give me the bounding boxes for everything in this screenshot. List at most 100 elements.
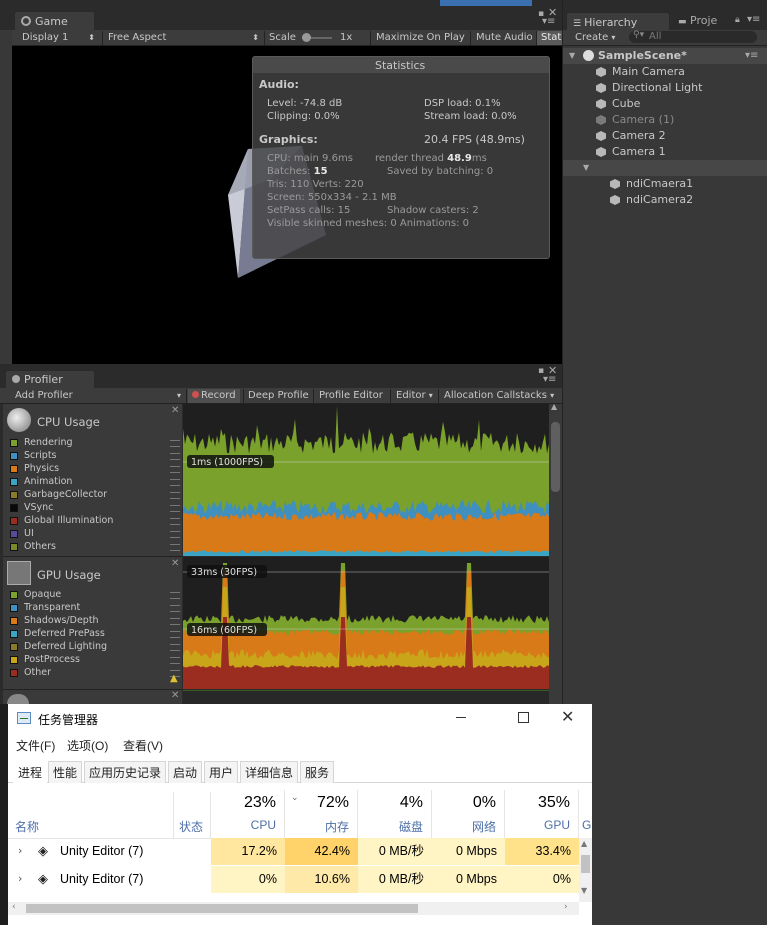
tab-performance[interactable]: 性能 [48, 761, 83, 783]
tab-app-history[interactable]: 应用历史记录 [84, 761, 167, 783]
allocation-callstacks-button[interactable]: Allocation Callstacks ▾ [440, 389, 558, 403]
scroll-down-icon[interactable]: ▼ [581, 886, 587, 895]
col-memory-header[interactable]: ⌄ 72% 内存 [285, 790, 358, 840]
drag-handle-icon[interactable] [170, 618, 180, 625]
tab-processes[interactable]: 进程 [13, 761, 48, 783]
scroll-thumb[interactable] [26, 904, 418, 913]
drag-handle-icon[interactable] [170, 644, 180, 651]
menu-file[interactable]: 文件(F) [16, 737, 55, 754]
hierarchy-item[interactable]: Camera (1) [563, 112, 767, 128]
tab-users[interactable]: 用户 [204, 761, 239, 783]
col-network-header[interactable]: 0% 网络 [432, 790, 505, 840]
scroll-up-icon[interactable]: ▲ [551, 402, 557, 411]
drag-handle-icon[interactable] [170, 531, 180, 538]
menu-options[interactable]: 选项(O) [67, 737, 108, 754]
tab-project[interactable]: ▬ Proje [678, 14, 717, 27]
hierarchy-item[interactable]: Camera 2 [563, 128, 767, 144]
col-disk-header[interactable]: 4% 磁盘 [358, 790, 432, 840]
scroll-thumb[interactable] [551, 422, 560, 492]
profiler-scrollbar[interactable]: ▲ [549, 402, 562, 704]
tab-menu-icon[interactable]: ▾≡ [543, 374, 556, 385]
drag-handle-icon[interactable] [170, 605, 180, 612]
close-icon[interactable]: ✕ [171, 558, 179, 569]
hierarchy-item[interactable]: ndiCmaera1 [563, 176, 767, 192]
scroll-right-icon[interactable]: › [564, 902, 568, 912]
legend-item[interactable]: GarbageCollector [10, 488, 180, 501]
foldout-arrow-icon[interactable]: ▼ [569, 48, 575, 64]
close-button[interactable]: ✕ [561, 707, 574, 726]
scroll-thumb[interactable] [581, 855, 590, 873]
scroll-up-icon[interactable]: ▲ [581, 839, 587, 848]
drag-handle-icon[interactable] [170, 492, 180, 499]
close-icon[interactable]: ✕ [171, 690, 179, 701]
drag-handle-icon[interactable] [170, 657, 180, 664]
tab-profiler[interactable]: Profiler [5, 370, 95, 388]
cpu-usage-chart[interactable]: 1ms (1000FPS) [183, 404, 549, 556]
drag-handle-icon[interactable] [170, 518, 180, 525]
drag-handle-icon[interactable] [170, 453, 180, 460]
maximize-button[interactable] [518, 712, 529, 723]
tab-hierarchy[interactable]: ☰ Hierarchy [566, 12, 670, 31]
aspect-dropdown[interactable]: Free Aspect ⬍ [104, 31, 262, 45]
legend-item[interactable]: Opaque [10, 588, 180, 601]
col-name-header[interactable]: 名称 [15, 818, 39, 835]
hierarchy-item[interactable]: ndiCamera2 [563, 192, 767, 208]
tm-vertical-scrollbar[interactable]: ▲ ▼ [579, 838, 592, 902]
tab-menu-icon[interactable]: ▾≡ [542, 16, 555, 27]
scroll-left-icon[interactable]: ‹ [12, 902, 16, 912]
mute-audio-button[interactable]: Mute Audio [472, 31, 537, 45]
scene-menu-icon[interactable]: ▾≡ [745, 48, 758, 64]
legend-item[interactable]: UI [10, 527, 180, 540]
col-gpu-header[interactable]: 35% GPU [505, 790, 579, 840]
minimize-button[interactable] [456, 717, 466, 718]
hierarchy-item[interactable]: Directional Light [563, 80, 767, 96]
foldout-arrow-icon[interactable]: ▼ [583, 163, 589, 172]
tab-services[interactable]: 服务 [300, 761, 335, 783]
legend-item[interactable]: Deferred Lighting [10, 640, 180, 653]
legend-item[interactable]: Other [10, 666, 180, 679]
lock-icon[interactable]: 🔒︎ [735, 15, 740, 25]
expand-chevron-icon[interactable]: › [18, 844, 22, 857]
maximize-on-play-button[interactable]: Maximize On Play [372, 31, 469, 45]
gpu-usage-chart[interactable]: 33ms (30FPS) 16ms (60FPS) [183, 557, 549, 689]
legend-item[interactable]: Deferred PrePass [10, 627, 180, 640]
tab-game[interactable]: Game [14, 11, 95, 30]
close-icon[interactable]: ✕ [171, 405, 179, 416]
tab-menu-icon[interactable]: ▾≡ [747, 14, 760, 25]
legend-item[interactable]: Transparent [10, 601, 180, 614]
profile-editor-button[interactable]: Profile Editor [315, 389, 387, 403]
scale-slider[interactable] [302, 33, 332, 42]
add-profiler-dropdown[interactable]: Add Profiler ▾ [11, 389, 183, 403]
process-row[interactable]: › ◈ Unity Editor (7) 0% 10.6% 0 MB/秒 0 M… [8, 866, 592, 894]
display-dropdown[interactable]: Display 1 ⬍ [18, 31, 98, 45]
legend-item[interactable]: Shadows/Depth [10, 614, 180, 627]
menu-view[interactable]: 查看(V) [123, 737, 163, 754]
legend-item[interactable]: Animation [10, 475, 180, 488]
legend-item[interactable]: PostProcess [10, 653, 180, 666]
drag-handle-icon[interactable] [170, 479, 180, 486]
play-controls[interactable] [440, 0, 532, 6]
drag-handle-icon[interactable] [170, 592, 180, 599]
legend-item[interactable]: Physics [10, 462, 180, 475]
deep-profile-button[interactable]: Deep Profile [244, 389, 313, 403]
editor-dropdown[interactable]: Editor ▾ [392, 389, 437, 403]
col-status-header[interactable]: 状态 [179, 818, 203, 835]
create-dropdown[interactable]: Create ▾ [571, 31, 619, 45]
legend-item[interactable]: VSync [10, 501, 180, 514]
tab-details[interactable]: 详细信息 [240, 761, 299, 783]
scene-row[interactable]: ▼ SampleScene* ▾≡ [563, 48, 767, 64]
record-button[interactable]: Record [188, 389, 240, 403]
legend-item[interactable]: Rendering [10, 436, 180, 449]
hierarchy-item[interactable]: Main Camera [563, 64, 767, 80]
legend-item[interactable]: Others [10, 540, 180, 553]
drag-handle-icon[interactable] [170, 440, 180, 447]
process-row[interactable]: › ◈ Unity Editor (7) 17.2% 42.4% 0 MB/秒 … [8, 838, 592, 866]
col-gpu-engine-header[interactable]: G [582, 818, 591, 832]
legend-item[interactable]: Global Illumination [10, 514, 180, 527]
col-cpu-header[interactable]: 23% CPU [211, 790, 285, 840]
scale-slider-handle[interactable] [302, 33, 311, 42]
drag-handle-icon[interactable] [170, 544, 180, 551]
drag-handle-icon[interactable] [170, 631, 180, 638]
stats-button[interactable]: Stat [537, 31, 563, 45]
expand-chevron-icon[interactable]: › [18, 872, 22, 885]
